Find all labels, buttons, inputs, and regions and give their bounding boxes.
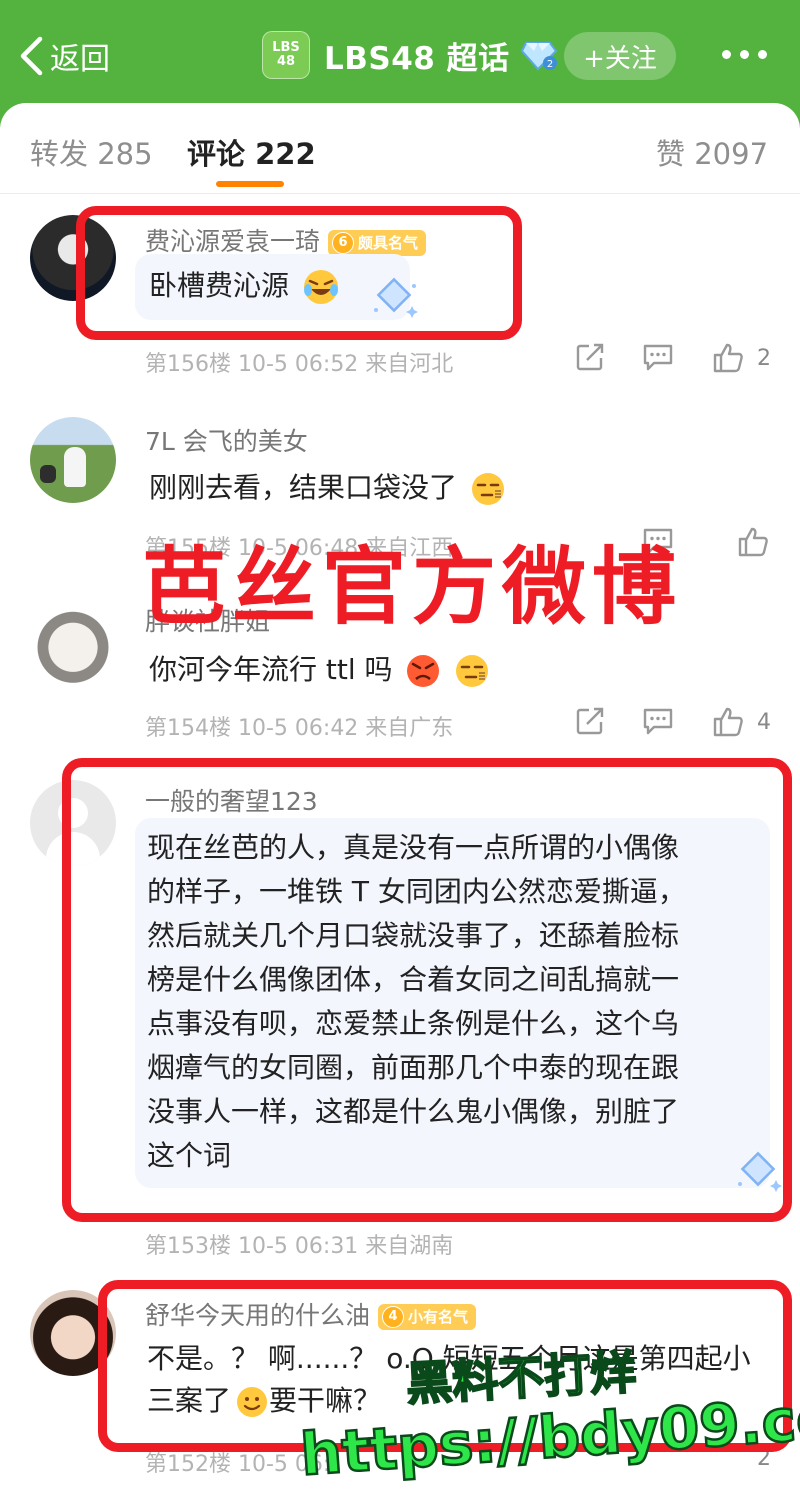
tab-divider	[0, 193, 800, 194]
avatar[interactable]	[30, 417, 116, 503]
diamond-level-icon: 2	[520, 42, 557, 71]
comment-text-line: 点事没有呗，恋爱禁止条例是什么，这个乌	[147, 1007, 680, 1040]
topic-logo: LBS 48	[262, 31, 310, 79]
comment-bubble: 刚刚去看，结果口袋没了	[135, 458, 595, 518]
topic-header[interactable]: LBS 48 LBS48 超话 2	[262, 31, 558, 79]
comment-meta: 第153楼 10-5 06:31 来自湖南	[145, 1222, 770, 1262]
reputation-badge: 6 颇具名气	[328, 229, 427, 256]
comment-username[interactable]: 费沁源爱袁一琦 6 颇具名气	[145, 222, 427, 258]
badge-text: 小有名气	[408, 1308, 469, 1326]
badge-level: 4	[382, 1305, 405, 1328]
comment-meta: 第156楼 10-5 06:52 来自河北 2	[145, 340, 771, 380]
like-count: 4	[757, 710, 771, 735]
chevron-left-icon	[20, 36, 43, 76]
comment-info: 第156楼 10-5 06:52 来自河北	[145, 352, 454, 377]
sparkle-diamond-icon	[738, 1151, 782, 1192]
svg-text:2: 2	[546, 59, 552, 70]
back-label: 返回	[50, 42, 110, 77]
comment-bubble: 你河今年流行 ttl 吗	[135, 640, 555, 700]
username-text: 费沁源爱袁一琦	[145, 227, 321, 256]
comment-meta: 第154楼 10-5 06:42 来自广东 4	[145, 704, 771, 744]
comment-username[interactable]: 一般的奢望123	[145, 782, 318, 818]
topic-title: LBS48 超话	[324, 40, 510, 77]
comment-username[interactable]: 7L 会飞的美女	[145, 422, 308, 458]
speechless-emoji-icon	[471, 473, 504, 505]
comment-text-line: 然后就关几个月口袋就没事了，还舔着脸标	[147, 919, 680, 952]
like-icon[interactable]	[737, 526, 769, 558]
share-icon[interactable]	[575, 706, 605, 736]
like-icon[interactable]	[712, 342, 744, 374]
badge-text: 颇具名气	[358, 234, 419, 252]
avatar[interactable]	[30, 215, 116, 301]
comment-text: 卧槽费沁源	[149, 269, 290, 302]
comment-text-fragment: 三案了	[147, 1384, 232, 1417]
like-icon[interactable]	[712, 706, 744, 738]
username-text: 舒华今天用的什么油	[145, 1301, 371, 1330]
comment-text: 刚刚去看，结果口袋没了	[149, 471, 458, 504]
comment-text-line: 现在丝芭的人，真是没有一点所谓的小偶像	[147, 831, 680, 864]
speechless-emoji-icon	[456, 655, 489, 687]
share-icon[interactable]	[575, 342, 605, 372]
comment-text-fragment: 要干嘛？	[269, 1384, 382, 1417]
comment-text-line: 这个词	[147, 1139, 232, 1172]
comment-text-line: 烟瘴气的女同圈，前面那几个中泰的现在跟	[147, 1051, 680, 1084]
comment-bubble: 现在丝芭的人，真是没有一点所谓的小偶像 的样子，一堆铁 T 女同团内公然恋爱撕逼…	[135, 818, 770, 1188]
follow-button[interactable]: +关注	[564, 32, 676, 80]
stamp-text: 芭丝官方微博	[142, 538, 683, 636]
tab-repost[interactable]: 转发 285	[30, 131, 153, 173]
avatar[interactable]	[30, 1290, 116, 1376]
comment-info: 第153楼 10-5 06:31 来自湖南	[145, 1234, 454, 1259]
active-tab-indicator	[216, 181, 284, 187]
tab-likes[interactable]: 赞 2097	[656, 131, 768, 173]
comment-text-line: 榜是什么偶像团体，合着女同之间乱搞就一	[147, 963, 680, 996]
tab-bar: 转发 285 评论 222 赞 2097	[0, 103, 800, 194]
topic-logo-line2: 48	[276, 54, 296, 69]
back-button[interactable]: 返回	[18, 30, 110, 82]
sparkle-diamond-icon	[374, 277, 418, 318]
angry-emoji-icon	[407, 655, 440, 687]
comment-info: 第154楼 10-5 06:42 来自广东	[145, 716, 454, 741]
reputation-badge: 4 小有名气	[378, 1303, 477, 1330]
comment-text: 你河今年流行 ttl 吗	[149, 653, 393, 686]
default-avatar-icon[interactable]	[30, 780, 116, 866]
like-count: 2	[757, 346, 771, 371]
laughing-cry-emoji-icon	[303, 270, 338, 304]
smile-emoji-icon	[237, 1387, 268, 1417]
topic-logo-line1: LBS	[272, 40, 300, 55]
more-options-icon[interactable]	[722, 50, 767, 59]
tab-comments[interactable]: 评论 222	[187, 131, 316, 173]
avatar[interactable]	[30, 600, 116, 686]
comment-username[interactable]: 舒华今天用的什么油 4 小有名气	[145, 1296, 477, 1332]
badge-level: 6	[332, 231, 355, 254]
comment-text-line: 没事人一样，这都是什么鬼小偶像，别脏了	[147, 1095, 680, 1128]
reply-icon[interactable]	[642, 342, 674, 372]
reply-icon[interactable]	[642, 706, 674, 736]
comment-text-line: 的样子，一堆铁 T 女同团内公然恋爱撕逼，	[147, 875, 686, 908]
